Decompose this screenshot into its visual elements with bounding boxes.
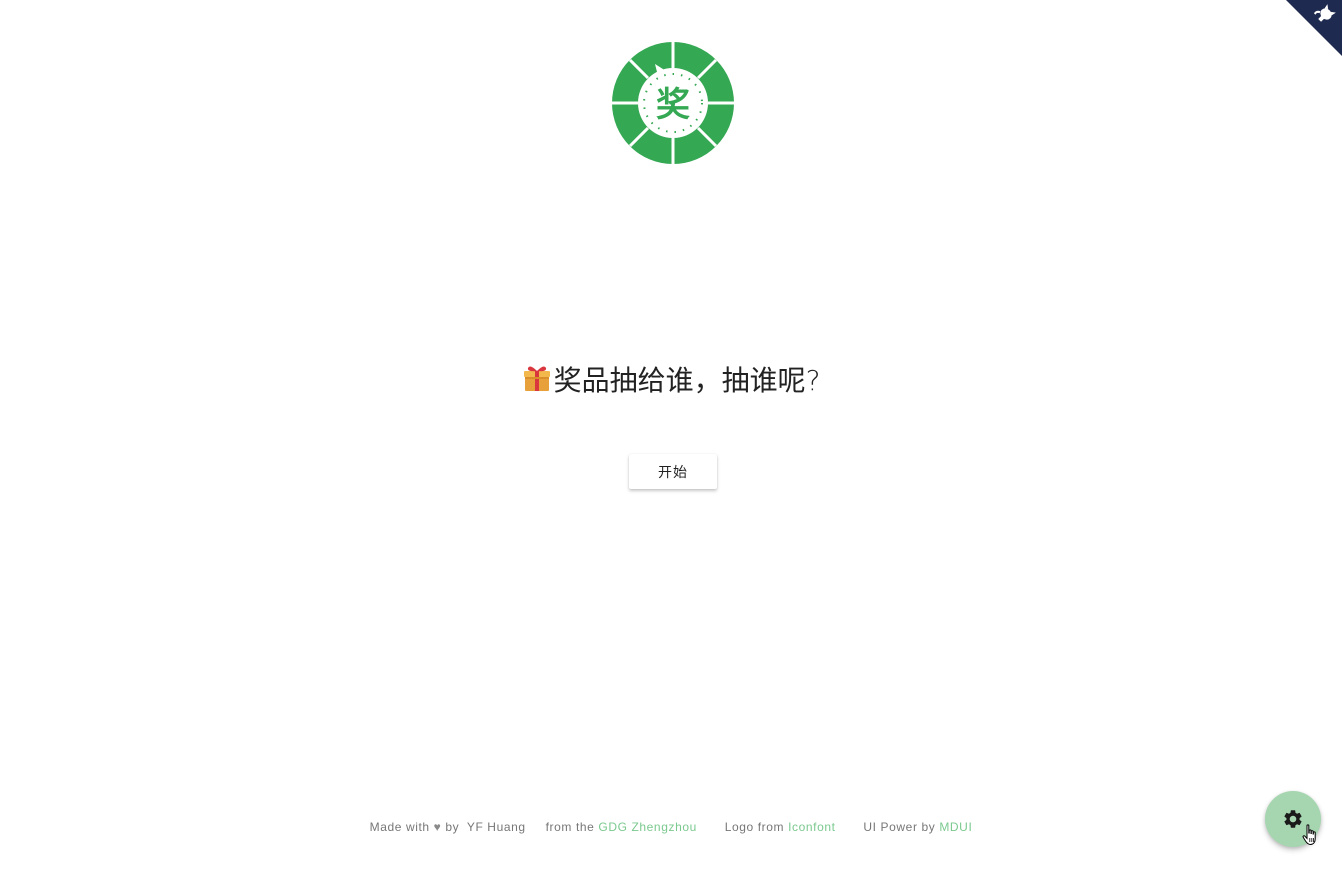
made-with-text: Made with xyxy=(369,820,430,834)
logo-from-text: Logo from xyxy=(724,820,785,834)
footer: Made with ♥ by YF Huang from the GDG Zhe… xyxy=(0,820,1342,834)
from-the-text: from the xyxy=(545,820,595,834)
app-page: 奖 奖品抽给谁，抽谁呢? 开始 Made with ♥ by YF Huang … xyxy=(0,0,1342,870)
github-octocat-icon xyxy=(1286,0,1342,56)
gear-icon xyxy=(1284,810,1302,828)
ui-power-by-text: UI Power by xyxy=(863,820,936,834)
mdui-link[interactable]: MDUI xyxy=(939,820,972,834)
footer-logo-from: Logo from Iconfont xyxy=(725,820,840,834)
page-title: 奖品抽给谁，抽谁呢? xyxy=(0,356,1342,409)
gdg-link[interactable]: GDG Zhengzhou xyxy=(598,820,697,834)
iconfont-link[interactable]: Iconfont xyxy=(788,820,836,834)
logo-char: 奖 xyxy=(656,85,690,125)
start-button[interactable]: 开始 xyxy=(629,454,717,489)
gift-icon xyxy=(522,359,552,409)
settings-button[interactable] xyxy=(1265,791,1321,847)
footer-made-with: Made with ♥ by YF Huang xyxy=(370,820,530,834)
by-text: by xyxy=(445,820,460,834)
page-title-text: 奖品抽给谁，抽谁呢? xyxy=(553,364,821,397)
footer-from: from the GDG Zhengzhou xyxy=(546,820,701,834)
heart-icon: ♥ xyxy=(433,820,442,834)
author-name: YF Huang xyxy=(466,820,526,834)
github-corner-link[interactable] xyxy=(1286,0,1342,56)
footer-ui-power: UI Power by MDUI xyxy=(863,820,972,834)
prize-wheel-logo: 奖 xyxy=(612,42,734,164)
